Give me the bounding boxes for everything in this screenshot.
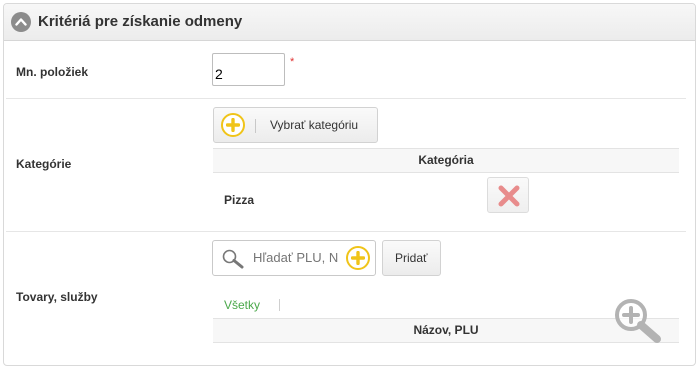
plus-circle-icon <box>221 113 245 137</box>
category-row-name: Pizza <box>224 193 255 207</box>
row-divider <box>6 231 686 232</box>
button-divider <box>255 119 256 133</box>
collapse-button[interactable] <box>11 12 31 32</box>
chevron-up-icon <box>15 18 27 26</box>
product-search-input[interactable] <box>253 250 339 265</box>
quantity-label: Mn. položiek <box>16 65 88 79</box>
required-marker: * <box>290 56 295 68</box>
magnifier-icon <box>222 249 244 269</box>
panel-header: Kritériá pre získanie odmeny <box>4 4 695 41</box>
products-label: Tovary, služby <box>16 290 98 304</box>
row-divider <box>6 98 686 99</box>
filter-all-link[interactable]: Všetky <box>224 298 260 312</box>
delete-category-button[interactable] <box>487 177 529 213</box>
add-product-icon[interactable] <box>346 246 370 270</box>
reward-criteria-panel: Kritériá pre získanie odmeny <box>3 3 696 366</box>
filter-divider <box>279 299 280 311</box>
add-product-button[interactable]: Pridať <box>382 240 441 276</box>
close-x-icon <box>498 185 520 207</box>
select-category-label: Vybrať kategóriu <box>270 118 359 132</box>
quantity-input[interactable] <box>212 53 285 86</box>
panel-title: Kritériá pre získanie odmeny <box>38 13 243 30</box>
zoom-in-icon[interactable] <box>612 296 676 346</box>
category-table-header: Kategória <box>213 148 679 173</box>
select-category-button[interactable]: Vybrať kategóriu <box>213 107 378 143</box>
categories-label: Kategórie <box>16 157 72 171</box>
product-table-header: Názov, PLU <box>213 318 679 343</box>
add-product-label: Pridať <box>395 251 428 265</box>
product-search-box[interactable] <box>212 240 376 276</box>
